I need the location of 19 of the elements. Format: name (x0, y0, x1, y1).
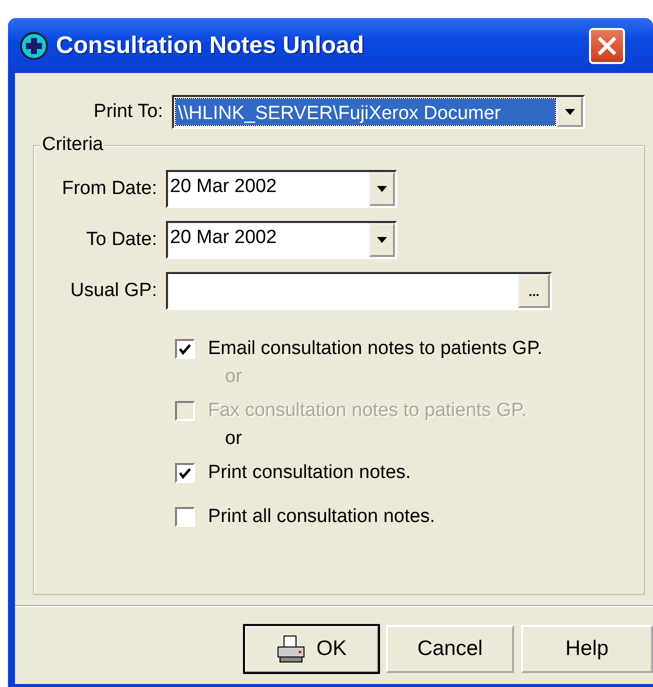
field-label: Usual GP: (69, 280, 157, 302)
or-text: or (225, 428, 243, 451)
or-text: or (225, 366, 243, 389)
printer-dropdown[interactable]: \\HLINK_SERVER\FujiXerox Documer (172, 95, 585, 129)
window-title: Consultation Notes Unload (56, 32, 365, 60)
option-label: Fax consultation notes to patients GP. (208, 400, 527, 422)
field-label: From Date: (60, 178, 157, 200)
browse-button[interactable]: ... (518, 274, 550, 308)
date-dropdown[interactable]: 20 Mar 2002 (166, 170, 397, 208)
lookup-field[interactable]: ... (166, 272, 552, 310)
option-label: Print all consultation notes. (208, 506, 436, 528)
option-label: Print consultation notes. (208, 462, 411, 484)
ok-button[interactable]: OK (244, 625, 379, 673)
help-button[interactable]: Help (521, 625, 653, 673)
cancel-button[interactable]: Cancel (386, 625, 514, 673)
field-label: To Date: (85, 229, 157, 251)
option-label: Email consultation notes to patients GP. (208, 338, 542, 360)
field-label: Print To: (92, 101, 163, 123)
date-dropdown[interactable]: 20 Mar 2002 (166, 221, 397, 259)
